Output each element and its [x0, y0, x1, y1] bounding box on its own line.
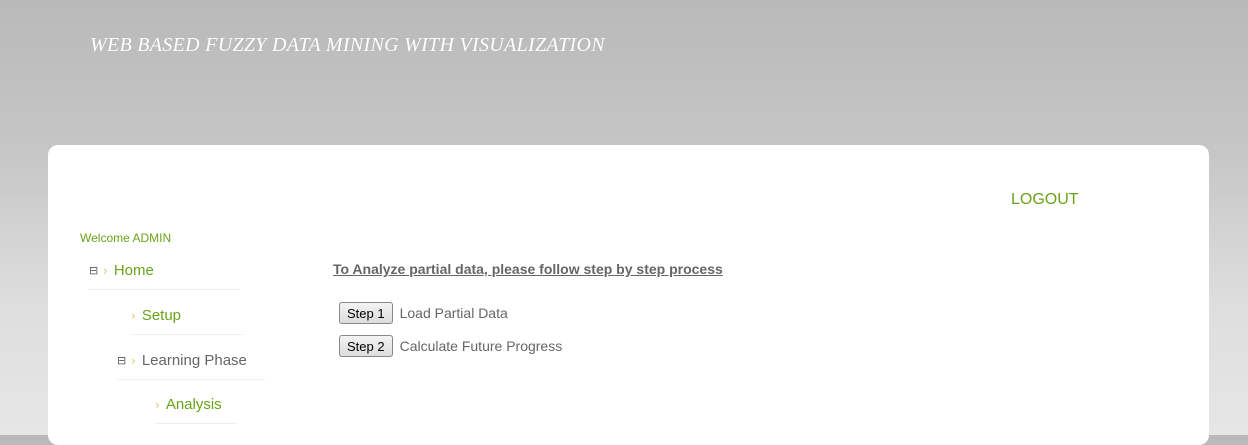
sidebar-item-analysis[interactable]: › Analysis — [155, 396, 237, 424]
sidebar-item-learning-phase[interactable]: ⊟ › Learning Phase — [117, 352, 265, 380]
step-2-button[interactable]: Step 2 — [339, 335, 393, 357]
chevron-right-icon: › — [131, 353, 136, 368]
sidebar-item-label: Setup — [141, 307, 182, 324]
chevron-right-icon: › — [131, 308, 136, 323]
step-description: Load Partial Data — [399, 305, 508, 321]
step-description: Calculate Future Progress — [399, 338, 563, 354]
step-1-button[interactable]: Step 1 — [339, 302, 393, 324]
collapse-icon[interactable]: ⊟ — [89, 264, 101, 277]
welcome-text: Welcome ADMIN — [80, 231, 172, 245]
chevron-right-icon: › — [103, 263, 108, 278]
step-row: Step 2 Calculate Future Progress — [339, 335, 562, 357]
sidebar-item-label: Home — [113, 262, 154, 279]
collapse-icon[interactable]: ⊟ — [117, 354, 129, 367]
chevron-right-icon: › — [155, 397, 160, 412]
site-title: WEB BASED FUZZY DATA MINING WITH VISUALI… — [90, 34, 605, 56]
instruction-heading: To Analyze partial data, please follow s… — [333, 261, 723, 277]
logout-link[interactable]: LOGOUT — [1011, 191, 1079, 209]
sidebar-item-setup[interactable]: › Setup — [131, 307, 243, 335]
sidebar-item-home[interactable]: ⊟ › Home — [89, 262, 239, 290]
step-row: Step 1 Load Partial Data — [339, 302, 508, 324]
sidebar-item-label: Analysis — [165, 396, 222, 413]
sidebar-item-label: Learning Phase — [141, 352, 247, 369]
